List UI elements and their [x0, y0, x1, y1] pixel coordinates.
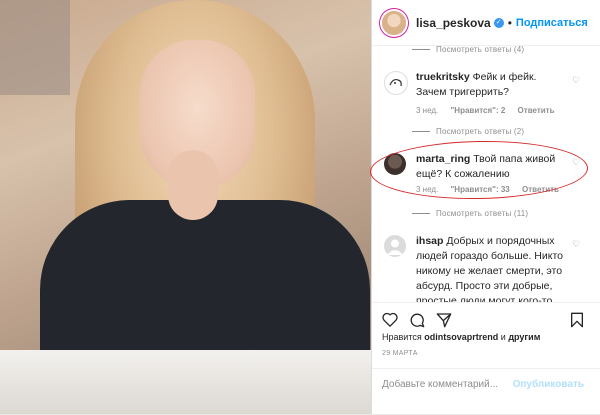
comment-avatar[interactable] — [384, 235, 406, 257]
hand — [168, 150, 218, 220]
add-comment-bar: Добавьте комментарий... Опубликовать — [372, 368, 600, 415]
view-replies-label: Посмотреть ответы (11) — [436, 208, 529, 218]
action-bar — [372, 302, 600, 335]
view-replies-comment2[interactable]: Посмотреть ответы (11) — [372, 207, 528, 219]
thread-line — [412, 130, 430, 132]
post-header: lisa_peskova ✓ • Подписаться — [372, 0, 600, 46]
comment-avatar[interactable] — [384, 71, 408, 95]
comment-likes[interactable]: "Нравится": 2 — [451, 106, 506, 115]
likes-conj: и — [500, 332, 506, 342]
comment-username[interactable]: truekritsky — [416, 71, 470, 83]
like-heart-icon[interactable]: ♡ — [572, 240, 581, 249]
share-send-icon[interactable] — [436, 312, 452, 328]
likes-summary: Нравится odintsovaprtrend и другим — [382, 332, 540, 342]
like-heart-icon[interactable]: ♡ — [572, 76, 581, 85]
view-replies-label: Посмотреть ответы (4) — [436, 44, 525, 54]
like-heart-icon[interactable] — [382, 312, 398, 327]
post-date[interactable]: 29 МАРТА — [382, 350, 418, 357]
follow-button[interactable]: Подписаться — [516, 17, 588, 29]
view-replies-label: Посмотреть ответы (2) — [436, 126, 525, 136]
post-photo[interactable] — [0, 0, 371, 414]
save-bookmark-icon[interactable] — [570, 312, 584, 328]
default-avatar-icon — [387, 239, 403, 255]
header-username[interactable]: lisa_peskova — [416, 16, 491, 30]
comment-meta: 3 нед. "Нравится": 2 Ответить — [416, 106, 565, 115]
verified-icon: ✓ — [493, 17, 504, 28]
comment-input[interactable]: Добавьте комментарий... — [382, 379, 498, 390]
view-replies-top[interactable]: Посмотреть ответы (4) — [372, 43, 524, 55]
comment-username[interactable]: ihsap — [416, 235, 443, 247]
comment-text: ihsap Добрых и порядочных людей гораздо … — [416, 234, 566, 302]
comment-text: truekritsky Фейк и фейк. Зачем тригеррит… — [416, 70, 566, 100]
separator-dot: • — [507, 15, 512, 30]
table — [0, 350, 371, 414]
avatar[interactable] — [382, 10, 406, 35]
likes-others[interactable]: другим — [508, 332, 540, 342]
thread-line — [412, 212, 430, 214]
reply-button[interactable]: Ответить — [518, 106, 555, 115]
view-replies-mid[interactable]: Посмотреть ответы (2) — [372, 125, 524, 137]
publish-button[interactable]: Опубликовать — [513, 379, 584, 390]
thread-line — [412, 48, 430, 50]
comment-bubble-icon[interactable] — [409, 312, 425, 328]
comment-time[interactable]: 3 нед. — [416, 106, 438, 115]
comments-panel: lisa_peskova ✓ • Подписаться Посмотреть … — [371, 0, 600, 414]
avatar-drawing-icon — [389, 78, 402, 87]
likes-user[interactable]: odintsovaprtrend — [424, 332, 498, 342]
likes-prefix: Нравится — [382, 332, 422, 342]
background-window — [0, 0, 70, 95]
